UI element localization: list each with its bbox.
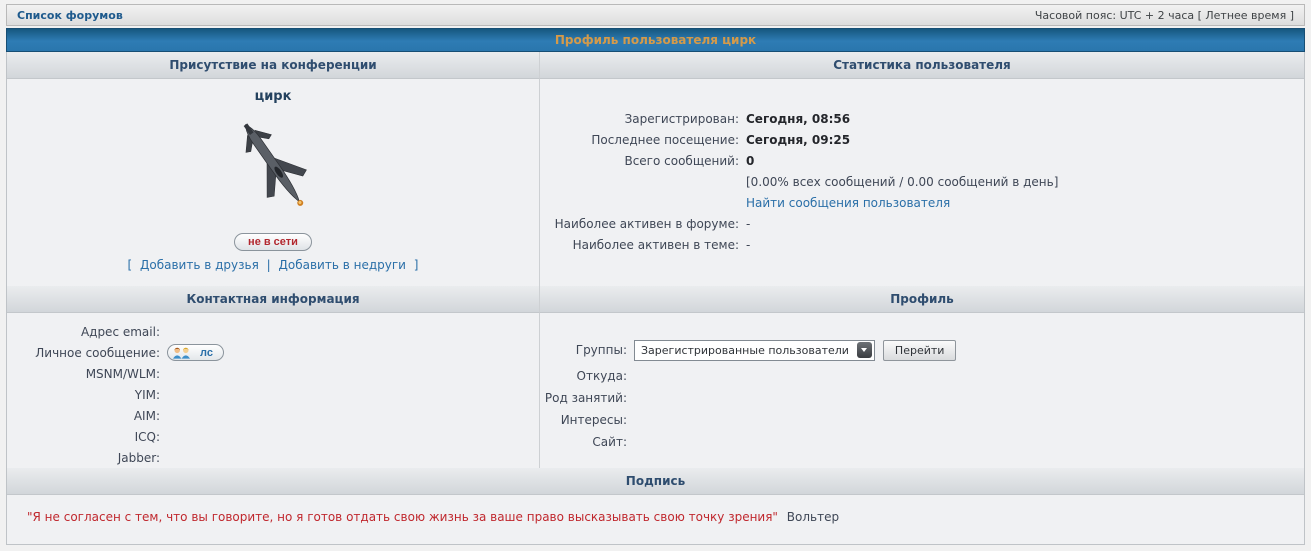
two-users-icon [172, 346, 196, 359]
bracket-close: ] [414, 258, 419, 272]
stat-label: Всего сообщений: [540, 151, 739, 172]
stat-active-topic: Наиболее активен в теме: - [540, 235, 1304, 256]
top-navigation-bar: Список форумов Часовой пояс: UTC + 2 час… [6, 4, 1305, 26]
website-label: Сайт: [540, 435, 627, 449]
pm-label: Личное сообщение: [7, 346, 160, 360]
stat-total-posts: Всего сообщений: 0 [540, 151, 1304, 172]
signature-quote: "Я не согласен с тем, что вы говорите, н… [27, 510, 778, 524]
page-title: Профиль пользователя цирк [555, 33, 756, 47]
stat-find-posts: Найти сообщения пользователя [540, 193, 1304, 214]
timezone-text: Часовой пояс: UTC + 2 часа [ Летнее врем… [1035, 9, 1294, 22]
aim-label: AIM: [7, 409, 160, 423]
signature-header: Подпись [7, 468, 1304, 495]
links-separator: | [267, 258, 271, 272]
stat-label: Наиболее активен в форуме: [540, 214, 739, 235]
stat-label: Наиболее активен в теме: [540, 235, 739, 256]
signature-section: "Я не согласен с тем, что вы говорите, н… [7, 495, 1304, 544]
website-row: Сайт: [540, 431, 1304, 453]
groups-row: Группы: Зарегистрированные пользователи … [540, 339, 1304, 361]
go-button[interactable]: Перейти [883, 340, 957, 361]
jabber-label: Jabber: [7, 451, 160, 465]
bracket-open: [ [128, 258, 133, 272]
send-pm-button[interactable]: лс [167, 344, 224, 361]
stat-active-forum: Наиболее активен в форуме: - [540, 214, 1304, 235]
presence-section: цирк не в сети [7, 79, 540, 286]
stat-label: Последнее посещение: [540, 130, 739, 151]
find-user-posts-link[interactable]: Найти сообщения пользователя [746, 196, 950, 210]
statistics-header: Статистика пользователя [540, 52, 1304, 79]
stat-last-visit: Последнее посещение: Сегодня, 09:25 [540, 130, 1304, 151]
stat-registered: Зарегистрирован: Сегодня, 08:56 [540, 109, 1304, 130]
presence-header: Присутствие на конференции [7, 52, 540, 79]
page: Список форумов Часовой пояс: UTC + 2 час… [6, 4, 1305, 545]
groups-label: Группы: [540, 343, 627, 357]
stat-value: Сегодня, 08:56 [746, 109, 850, 130]
yim-label: YIM: [7, 388, 160, 402]
statistics-section: Зарегистрирован: Сегодня, 08:56 Последне… [540, 79, 1304, 286]
online-status-button[interactable]: не в сети [234, 233, 312, 251]
from-label: Откуда: [540, 369, 627, 383]
contact-header: Контактная информация [7, 286, 540, 313]
forum-list-link[interactable]: Список форумов [17, 9, 123, 22]
fighter-jet-avatar [234, 108, 312, 223]
signature-author: Вольтер [787, 510, 839, 524]
interests-row: Интересы: [540, 409, 1304, 431]
stat-value: 0 [746, 151, 754, 172]
username: цирк [255, 89, 292, 104]
stat-posts-percent: [0.00% всех сообщений / 0.00 сообщений в… [540, 172, 1304, 193]
email-label: Адрес email: [7, 325, 160, 339]
stat-label: Зарегистрирован: [540, 109, 739, 130]
page-title-bar: Профиль пользователя цирк [6, 28, 1305, 52]
profile-table: Присутствие на конференции Статистика по… [6, 52, 1305, 545]
occupation-row: Род занятий: [540, 387, 1304, 409]
contact-icq-row: ICQ: [7, 426, 539, 447]
contact-jabber-row: Jabber: [7, 447, 539, 468]
groups-select[interactable]: Зарегистрированные пользователи [634, 340, 875, 361]
contact-yim-row: YIM: [7, 384, 539, 405]
occupation-label: Род занятий: [540, 391, 627, 405]
contact-aim-row: AIM: [7, 405, 539, 426]
msnm-label: MSNM/WLM: [7, 367, 160, 381]
contact-email-row: Адрес email: [7, 321, 539, 342]
chevron-down-icon [857, 342, 872, 358]
profile-header: Профиль [540, 286, 1304, 313]
stat-value: - [746, 235, 750, 256]
friend-foe-links: [ Добавить в друзья | Добавить в недруги… [126, 258, 421, 272]
contact-section: Адрес email: Личное сообщение: лс [7, 313, 540, 468]
posts-percent-text: [0.00% всех сообщений / 0.00 сообщений в… [746, 172, 1058, 193]
add-friend-link[interactable]: Добавить в друзья [140, 258, 259, 272]
profile-section: Группы: Зарегистрированные пользователи … [540, 313, 1304, 468]
icq-label: ICQ: [7, 430, 160, 444]
stat-value: - [746, 214, 750, 235]
contact-pm-row: Личное сообщение: лс [7, 342, 539, 363]
groups-selected-option: Зарегистрированные пользователи [641, 344, 849, 357]
add-foe-link[interactable]: Добавить в недруги [279, 258, 406, 272]
stat-value: Сегодня, 09:25 [746, 130, 850, 151]
from-row: Откуда: [540, 365, 1304, 387]
contact-msnm-row: MSNM/WLM: [7, 363, 539, 384]
pm-button-label: лс [200, 347, 213, 359]
interests-label: Интересы: [540, 413, 627, 427]
